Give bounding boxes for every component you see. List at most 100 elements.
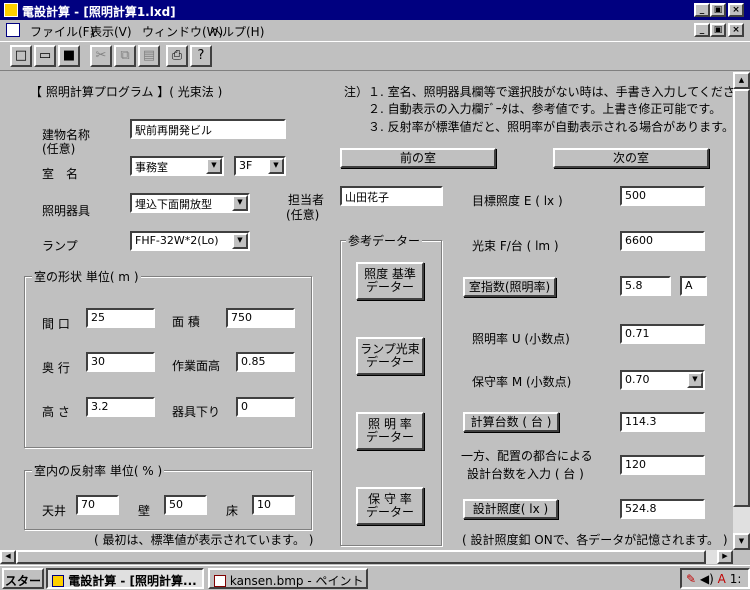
design-illuminance-button[interactable]: 設計照度( lx )	[463, 499, 558, 519]
flux-input[interactable]: 6600	[620, 231, 705, 251]
taskbar-item-densetsu[interactable]: 電設計算 - [照明計算...	[46, 568, 204, 589]
room-index-grade[interactable]: A	[680, 276, 707, 296]
taskbar-item-paint[interactable]: kansen.bmp - ペイント	[208, 568, 368, 589]
scroll-up-icon[interactable]: ▲	[733, 72, 750, 89]
menu-bar: ファイル(F) 表示(V) ウィンドウ(W) ヘルプ(H) _ ▣ ×	[0, 20, 750, 41]
floor-value: 3F	[239, 159, 253, 172]
note-2: ２. 自動表示の入力欄ﾃﾞｰﾀは、参考値です。上書き修正可能です。	[368, 102, 722, 116]
scroll-down-icon[interactable]: ▼	[733, 533, 750, 550]
print-icon[interactable]: ⎙	[166, 45, 188, 67]
system-tray: ✎ ◀) A 1:	[680, 568, 750, 589]
fixture-label: 照明器具	[42, 204, 91, 218]
chevron-down-icon[interactable]: ▼	[268, 158, 284, 174]
prev-room-button[interactable]: 前の室	[340, 148, 496, 168]
taskbar: スタート 電設計算 - [照明計算... kansen.bmp - ペイント ✎…	[0, 565, 750, 590]
start-button[interactable]: スタート	[2, 568, 44, 589]
ceiling-input[interactable]: 70	[76, 495, 119, 515]
calc-count-output[interactable]: 114.3	[620, 412, 705, 432]
work-height-input[interactable]: 0.85	[236, 352, 295, 372]
room-name-label: 室 名	[42, 167, 79, 181]
pen-icon[interactable]: ✎	[686, 572, 696, 586]
maximize-icon[interactable]: ▣	[710, 3, 726, 17]
design-footer-note: ( 設計照度釦 ONで、各データが記憶されます。 )	[462, 533, 728, 547]
mdi-restore-icon[interactable]: ▣	[710, 23, 726, 37]
menu-view[interactable]: 表示(V)	[90, 23, 132, 40]
toolbar: □ ▭ ■ ✂ ⧉ ▤ ⎙ ?	[0, 41, 750, 71]
design-count-label-2: 設計台数を入力 ( 台 )	[467, 467, 584, 481]
help-icon[interactable]: ?	[190, 45, 212, 67]
scroll-left-icon[interactable]: ◀	[0, 550, 16, 564]
depth-label: 奥 行	[42, 361, 70, 375]
doc-icon	[6, 23, 20, 37]
cut-icon[interactable]: ✂	[90, 45, 112, 67]
utilization-button[interactable]: 照 明 率 データー	[356, 412, 424, 450]
open-folder-icon[interactable]: ▭	[34, 45, 56, 67]
wall-input[interactable]: 50	[164, 495, 207, 515]
utilization-label: 照明率 U (小数点)	[472, 332, 570, 346]
ceiling-label: 天井	[42, 504, 67, 518]
mdi-close-icon[interactable]: ×	[728, 23, 744, 37]
menu-help[interactable]: ヘルプ(H)	[210, 23, 264, 40]
save-icon[interactable]: ■	[58, 45, 80, 67]
height-input[interactable]: 3.2	[86, 397, 155, 417]
maintenance-select[interactable]: 0.70 ▼	[620, 370, 705, 390]
width-input[interactable]: 25	[86, 308, 155, 328]
depth-input[interactable]: 30	[86, 352, 155, 372]
chevron-down-icon[interactable]: ▼	[206, 158, 222, 174]
scroll-hthumb[interactable]	[16, 550, 706, 564]
title-bar: 電設計算 - [照明計算1.lxd] _ ▣ ×	[0, 0, 750, 20]
taskbar-item-densetsu-label: 電設計算 - [照明計算...	[68, 574, 197, 588]
reference-title: 参考データー	[346, 232, 423, 249]
utilization-input[interactable]: 0.71	[620, 324, 705, 344]
app-icon	[4, 3, 18, 17]
person-input[interactable]: 山田花子	[340, 186, 443, 206]
target-illuminance-label: 目標照度 E ( lx )	[472, 194, 563, 208]
reflectance-note: ( 最初は、標準値が表示されています。 )	[94, 533, 314, 547]
person-sub-label: (任意)	[286, 208, 320, 222]
horizontal-scrollbar[interactable]: ◀ ▶	[0, 550, 733, 564]
room-shape-title: 室の形状 単位( m )	[32, 268, 141, 285]
chevron-down-icon[interactable]: ▼	[232, 233, 248, 249]
hang-input[interactable]: 0	[236, 397, 295, 417]
minimize-icon[interactable]: _	[694, 3, 710, 17]
chevron-down-icon[interactable]: ▼	[687, 372, 703, 388]
scroll-right-icon[interactable]: ▶	[717, 550, 733, 564]
design-illuminance-output[interactable]: 524.8	[620, 499, 705, 519]
illuminance-standard-button[interactable]: 照度 基準 データー	[356, 262, 424, 300]
fixture-select[interactable]: 埋込下面開放型 ▼	[130, 193, 250, 213]
target-illuminance-input[interactable]: 500	[620, 186, 705, 206]
mdi-minimize-icon[interactable]: _	[694, 23, 710, 37]
room-index-input[interactable]: 5.8	[620, 276, 671, 296]
ime-icon[interactable]: A	[718, 572, 726, 586]
lamp-select[interactable]: FHF-32W*2(Lo) ▼	[130, 231, 250, 251]
scroll-thumb[interactable]	[733, 89, 750, 507]
close-icon[interactable]: ×	[728, 3, 744, 17]
paste-icon[interactable]: ▤	[138, 45, 160, 67]
room-index-button[interactable]: 室指数(照明率)	[463, 277, 556, 297]
volume-icon[interactable]: ◀)	[700, 572, 714, 586]
maintenance-button[interactable]: 保 守 率 データー	[356, 487, 424, 525]
new-file-icon[interactable]: □	[10, 45, 32, 67]
chevron-down-icon[interactable]: ▼	[232, 195, 248, 211]
menu-file[interactable]: ファイル(F)	[30, 23, 94, 40]
floor-select[interactable]: 3F ▼	[234, 156, 286, 176]
next-room-button[interactable]: 次の室	[553, 148, 709, 168]
reflectance-title: 室内の反射率 単位( % )	[32, 462, 165, 479]
vertical-scrollbar[interactable]: ▲ ▼	[733, 72, 750, 550]
floor-input[interactable]: 10	[252, 495, 295, 515]
height-label: 高 さ	[42, 405, 70, 419]
lamp-flux-button[interactable]: ランプ光束 データー	[356, 337, 424, 375]
maintenance-label: 保守率 M (小数点)	[472, 375, 572, 389]
calc-count-button[interactable]: 計算台数 ( 台 )	[463, 412, 559, 432]
area-input[interactable]: 750	[226, 308, 295, 328]
design-count-input[interactable]: 120	[620, 455, 705, 475]
hang-label: 器具下り	[172, 405, 221, 419]
room-name-value: 事務室	[135, 161, 168, 174]
note-1: 注）１. 室名、照明器具欄等で選択肢がない時は、手書き入力してください。	[344, 85, 750, 99]
taskbar-app-icon	[52, 575, 64, 587]
room-name-select[interactable]: 事務室 ▼	[130, 156, 224, 176]
window-title: 電設計算 - [照明計算1.lxd]	[22, 5, 176, 19]
copy-icon[interactable]: ⧉	[114, 45, 136, 67]
building-name-input[interactable]: 駅前再開発ビル	[130, 119, 286, 139]
building-sub-label: (任意)	[42, 142, 76, 156]
